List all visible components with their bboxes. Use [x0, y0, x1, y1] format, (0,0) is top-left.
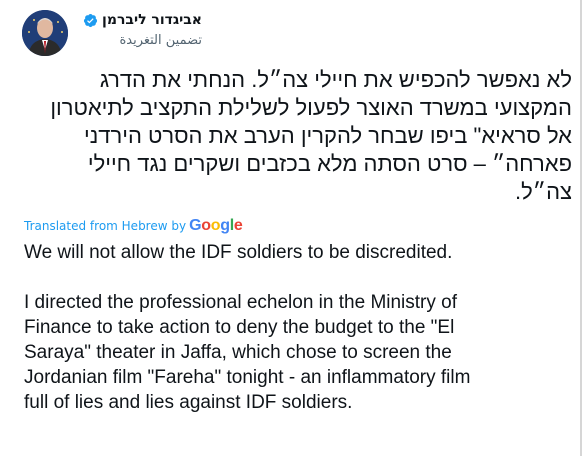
embed-tweet-label[interactable]: تضمين التغريدة	[78, 33, 202, 48]
hebrew-line: המקצועי במשרד האוצר לפעול לשלילת התקציב …	[50, 95, 572, 120]
english-line: Finance to take action to deny the budge…	[24, 317, 455, 338]
tweet-english-translation: We will not allow the IDF soldiers to be…	[24, 240, 574, 415]
google-logo-letter: e	[233, 217, 243, 234]
tweet-frame: אביגדור ליברמן تضمين التغريدة לא נאפשר ל…	[0, 0, 582, 456]
verified-badge-icon	[83, 13, 98, 28]
english-line: Jordanian film "Fareha" tonight - an inf…	[24, 367, 471, 388]
google-logo-letter: o	[201, 217, 211, 234]
author-name[interactable]: אביגדור ליברמן	[102, 12, 202, 28]
english-line: Saraya" theater in Jaffa, which chose to…	[24, 342, 452, 363]
author-block: אביגדור ליברמן تضمين التغريدة	[78, 12, 202, 48]
tweet-header: אביגדור ליברמן تضمين التغريدة	[22, 8, 202, 68]
tweet-hebrew-text: לא נאפשר להכפיש את חיילי צה״ל. הנחתי את …	[0, 66, 580, 206]
translation-attribution[interactable]: Translated from Hebrew by Google	[24, 217, 243, 235]
hebrew-line: צה״ל.	[515, 179, 572, 204]
english-first-line: We will not allow the IDF soldiers to be…	[24, 242, 453, 263]
google-logo-letter: g	[220, 217, 230, 234]
hebrew-line: לא נאפשר להכפיש את חיילי צה״ל. הנחתי את …	[99, 67, 572, 92]
google-logo: Google	[189, 217, 243, 235]
hebrew-line: פארחה״ – סרט הסתה מלא בכזבים ושקרים נגד …	[87, 151, 572, 176]
google-logo-letter: G	[189, 217, 202, 234]
translated-from-label[interactable]: Translated from Hebrew by	[24, 219, 186, 233]
google-logo-letter: o	[210, 217, 221, 234]
english-line: I directed the professional echelon in t…	[24, 292, 458, 313]
english-line: full of lies and lies against IDF soldie…	[24, 392, 353, 413]
hebrew-line: אל סראיא" ביפו שבחר להקרין הערב את הסרט …	[84, 123, 572, 148]
author-avatar[interactable]	[22, 10, 68, 56]
